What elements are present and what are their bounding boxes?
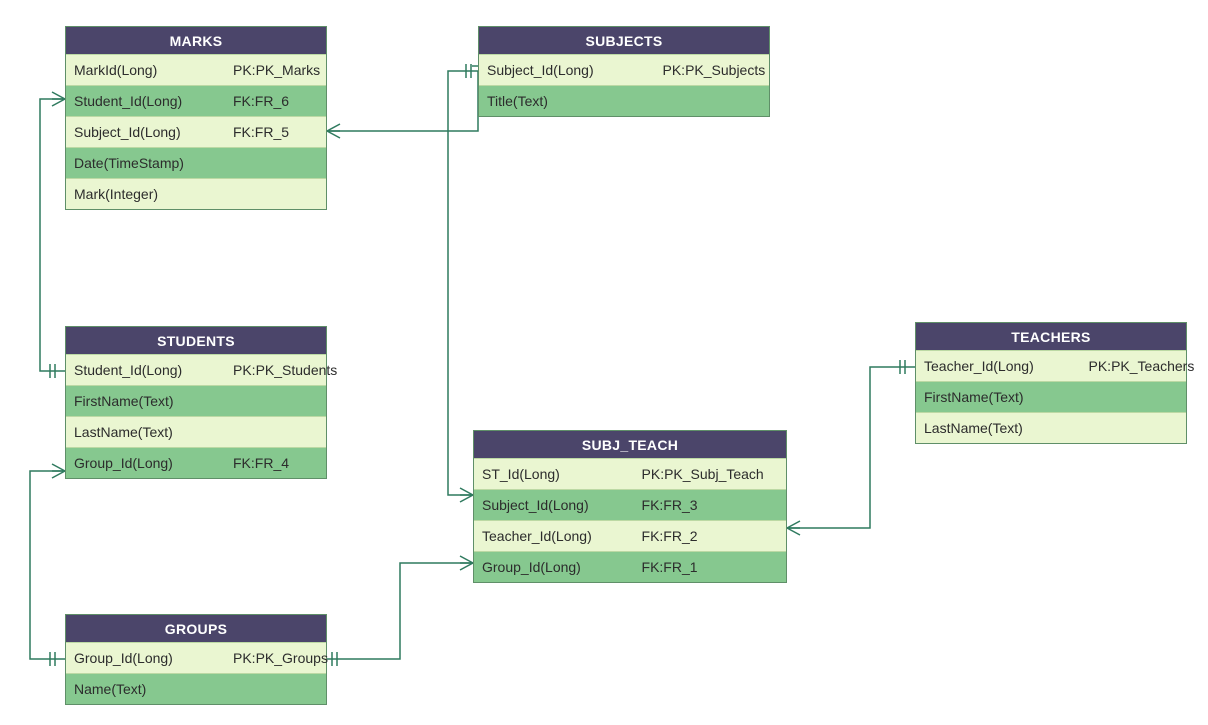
table-row: FirstName(Text) xyxy=(916,381,1186,412)
entity-title: TEACHERS xyxy=(916,323,1186,350)
col-key: PK:PK_Subj_Teach xyxy=(634,459,818,489)
col-key: FK:FR_6 xyxy=(225,86,358,116)
col-key: PK:PK_Students xyxy=(225,355,358,385)
table-row: LastName(Text) xyxy=(916,412,1186,443)
col-key xyxy=(225,674,358,704)
entity-marks: MARKS MarkId(Long) PK:PK_Marks Student_I… xyxy=(65,26,327,210)
table-row: Student_Id(Long) PK:PK_Students xyxy=(66,354,326,385)
col-name: Subject_Id(Long) xyxy=(474,490,634,520)
col-name: Subject_Id(Long) xyxy=(479,55,655,85)
entity-groups: GROUPS Group_Id(Long) PK:PK_Groups Name(… xyxy=(65,614,327,705)
table-row: Group_Id(Long) FK:FR_4 xyxy=(66,447,326,478)
entity-teachers: TEACHERS Teacher_Id(Long) PK:PK_Teachers… xyxy=(915,322,1187,444)
rel-marks-students xyxy=(40,92,65,378)
col-key xyxy=(225,417,358,447)
entity-title: SUBJECTS xyxy=(479,27,769,54)
table-row: Title(Text) xyxy=(479,85,769,116)
col-key xyxy=(225,179,358,209)
col-key: PK:PK_Subjects xyxy=(655,55,802,85)
col-key xyxy=(655,86,802,116)
col-name: LastName(Text) xyxy=(916,413,1081,443)
col-name: Teacher_Id(Long) xyxy=(916,351,1081,381)
col-key xyxy=(225,386,358,416)
col-name: Title(Text) xyxy=(479,86,655,116)
col-name: FirstName(Text) xyxy=(916,382,1081,412)
col-name: Group_Id(Long) xyxy=(474,552,634,582)
col-name: Name(Text) xyxy=(66,674,225,704)
table-row: Date(TimeStamp) xyxy=(66,147,326,178)
col-key: PK:PK_Marks xyxy=(225,55,358,85)
col-key xyxy=(1081,413,1208,443)
table-row: Student_Id(Long) FK:FR_6 xyxy=(66,85,326,116)
col-name: FirstName(Text) xyxy=(66,386,225,416)
col-name: MarkId(Long) xyxy=(66,55,225,85)
table-row: LastName(Text) xyxy=(66,416,326,447)
entity-subj-teach: SUBJ_TEACH ST_Id(Long) PK:PK_Subj_Teach … xyxy=(473,430,787,583)
col-key: PK:PK_Teachers xyxy=(1081,351,1208,381)
col-name: Mark(Integer) xyxy=(66,179,225,209)
entity-subjects: SUBJECTS Subject_Id(Long) PK:PK_Subjects… xyxy=(478,26,770,117)
table-row: Subject_Id(Long) FK:FR_5 xyxy=(66,116,326,147)
table-row: Subject_Id(Long) PK:PK_Subjects xyxy=(479,54,769,85)
entity-students: STUDENTS Student_Id(Long) PK:PK_Students… xyxy=(65,326,327,479)
col-name: Teacher_Id(Long) xyxy=(474,521,634,551)
col-key xyxy=(1081,382,1208,412)
col-name: Student_Id(Long) xyxy=(66,355,225,385)
col-name: LastName(Text) xyxy=(66,417,225,447)
col-name: Date(TimeStamp) xyxy=(66,148,225,178)
col-key: FK:FR_4 xyxy=(225,448,358,478)
col-key: FK:FR_1 xyxy=(634,552,818,582)
table-row: Group_Id(Long) FK:FR_1 xyxy=(474,551,786,582)
entity-title: MARKS xyxy=(66,27,326,54)
table-row: Teacher_Id(Long) PK:PK_Teachers xyxy=(916,350,1186,381)
table-row: Mark(Integer) xyxy=(66,178,326,209)
col-key xyxy=(225,148,358,178)
entity-title: GROUPS xyxy=(66,615,326,642)
col-key: FK:FR_3 xyxy=(634,490,818,520)
col-name: Subject_Id(Long) xyxy=(66,117,225,147)
table-row: ST_Id(Long) PK:PK_Subj_Teach xyxy=(474,458,786,489)
col-name: ST_Id(Long) xyxy=(474,459,634,489)
entity-title: SUBJ_TEACH xyxy=(474,431,786,458)
table-row: Subject_Id(Long) FK:FR_3 xyxy=(474,489,786,520)
rel-students-groups xyxy=(30,464,65,666)
col-name: Group_Id(Long) xyxy=(66,643,225,673)
entity-title: STUDENTS xyxy=(66,327,326,354)
col-key: FK:FR_2 xyxy=(634,521,818,551)
col-name: Student_Id(Long) xyxy=(66,86,225,116)
col-key: PK:PK_Groups xyxy=(225,643,358,673)
col-key: FK:FR_5 xyxy=(225,117,358,147)
table-row: Group_Id(Long) PK:PK_Groups xyxy=(66,642,326,673)
table-row: MarkId(Long) PK:PK_Marks xyxy=(66,54,326,85)
table-row: Name(Text) xyxy=(66,673,326,704)
col-name: Group_Id(Long) xyxy=(66,448,225,478)
table-row: Teacher_Id(Long) FK:FR_2 xyxy=(474,520,786,551)
table-row: FirstName(Text) xyxy=(66,385,326,416)
